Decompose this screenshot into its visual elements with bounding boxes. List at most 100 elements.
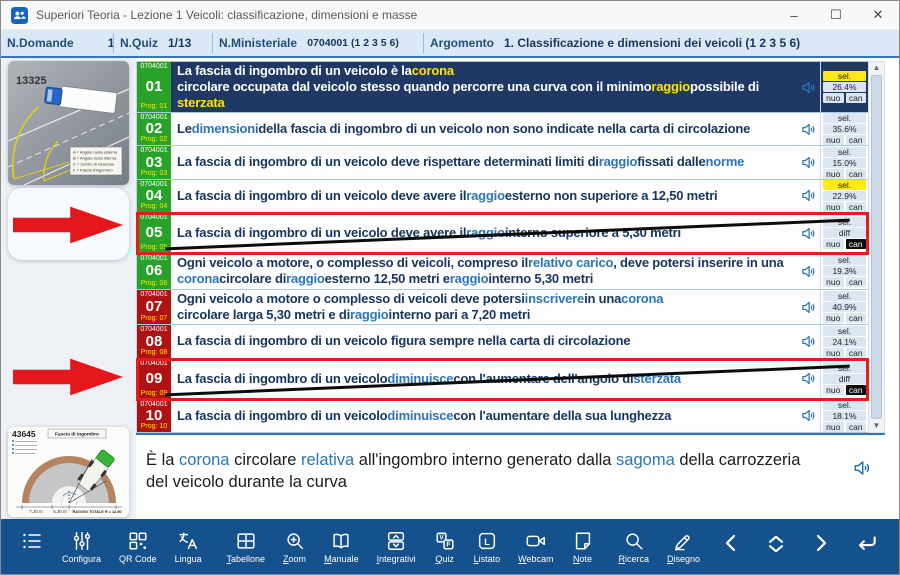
turning-radius-image[interactable]: A = Angolo ruota esterna B = Angolo ruot… — [8, 61, 129, 185]
toolbar-item-note[interactable]: Note — [572, 529, 594, 564]
progress-label: Prog: 01 — [141, 103, 167, 111]
menu-list-icon — [20, 529, 44, 553]
audio-speaker-icon[interactable] — [796, 400, 820, 432]
sel-value: diff — [823, 374, 866, 384]
radius-label-left: 7,20 m — [29, 509, 43, 514]
progress-label: Prog: 05 — [141, 244, 167, 252]
text-segment: La fascia di ingombro di un veicolo deve… — [177, 225, 466, 241]
stats-cell: sel.18.1%nuocan — [820, 400, 868, 432]
audio-speaker-icon[interactable] — [853, 459, 871, 477]
toolbar-item-tabellone[interactable]: Tabellone — [227, 529, 266, 564]
toolbar-item-zoom[interactable]: Zoom — [283, 529, 306, 564]
sel-label: sel. — [823, 147, 866, 157]
text-segment: Le — [177, 121, 192, 137]
title-bar: Superiori Teoria - Lezione 1 Veicoli: cl… — [1, 1, 899, 30]
question-number-badge: 070400110Prog: 10 — [137, 400, 171, 432]
question-row[interactable]: 070400109Prog: 09La fascia di ingombro d… — [137, 359, 868, 400]
can-flag: can — [846, 277, 867, 287]
audio-speaker-icon[interactable] — [796, 254, 820, 289]
question-row[interactable]: 070400103Prog: 03La fascia di ingombro d… — [137, 146, 868, 179]
toolbar-item-webcam[interactable]: Webcam — [518, 529, 553, 564]
text-segment: all'ingombro interno generato dalla — [354, 451, 616, 469]
question-row[interactable]: 070400110Prog: 10La fascia di ingombro d… — [137, 400, 868, 433]
question-row[interactable]: 070400104Prog: 04La fascia di ingombro d… — [137, 180, 868, 213]
image-number: 43645 — [12, 429, 36, 439]
text-segment: in una — [584, 291, 621, 307]
toolbar-item-label: Integrativi — [377, 554, 416, 564]
toolbar-item-quiz[interactable]: VFQuiz — [434, 529, 456, 564]
close-button[interactable]: ✕ — [857, 1, 899, 29]
audio-speaker-icon[interactable] — [796, 113, 820, 145]
question-text: Le dimensioni della fascia di ingombro d… — [171, 113, 796, 145]
text-segment: La fascia di ingombro di un veicolo figu… — [177, 333, 630, 349]
n-ministeriale-label: N.Ministeriale — [219, 36, 297, 50]
return-button[interactable] — [853, 531, 879, 562]
question-row[interactable]: 070400106Prog: 06Ogni veicolo a motore, … — [137, 254, 868, 290]
n-ministeriale-value: 0704001 (1 2 3 5 6) — [307, 38, 399, 49]
question-row[interactable]: 070400107Prog: 07Ogni veicolo a motore o… — [137, 290, 868, 326]
question-row[interactable]: 070400101Prog: 01La fascia di ingombro d… — [137, 62, 868, 113]
ministerial-code: 0704001 — [140, 291, 167, 298]
sel-label: sel. — [823, 113, 866, 123]
question-number: 04 — [146, 188, 163, 203]
toolbar-item-listato[interactable]: LListato — [474, 529, 501, 564]
audio-speaker-icon[interactable] — [796, 213, 820, 253]
chevron-right-button[interactable] — [809, 531, 833, 560]
keyword-highlight: corona — [621, 291, 663, 307]
body: A = Angolo ruota esterna B = Angolo ruot… — [1, 58, 899, 519]
question-row[interactable]: 070400105Prog: 05La fascia di ingombro d… — [137, 213, 868, 254]
fascia-ingombro-image[interactable]: 7,20 m 5,30 m RAGGIO TOTALE R = 12,50 Fa… — [8, 427, 129, 517]
question-row[interactable]: 070400108Prog: 08La fascia di ingombro d… — [137, 325, 868, 358]
keyword-highlight: raggio — [466, 188, 505, 204]
audio-speaker-icon[interactable] — [796, 62, 820, 112]
can-flag: can — [846, 348, 867, 358]
stats-cell: sel.40.9%nuocan — [820, 290, 868, 325]
toolbar-item-configura[interactable]: Configura — [62, 529, 101, 564]
scroll-thumb[interactable] — [871, 75, 882, 419]
question-number-badge: 070400102Prog: 02 — [137, 113, 171, 145]
audio-speaker-icon[interactable] — [796, 325, 820, 357]
true-false-icon: VF — [434, 529, 456, 553]
toolbar-item-qr-code[interactable]: QR Code — [119, 529, 157, 564]
question-text: La fascia di ingombro di un veicolo dimi… — [171, 400, 796, 432]
stats-cell: sel.diffnuocan — [820, 359, 868, 399]
n-quiz-value: 1/13 — [168, 36, 191, 50]
argomento-value: 1. Classificazione e dimensioni dei veic… — [504, 36, 800, 50]
audio-speaker-icon[interactable] — [796, 146, 820, 178]
chevron-updown-button[interactable] — [763, 531, 789, 562]
answer-panel: È la corona circolare relativa all'ingom… — [136, 435, 885, 519]
menu-button[interactable] — [20, 529, 44, 553]
chevron-left-button[interactable] — [719, 531, 743, 560]
table-icon — [235, 529, 257, 553]
toolbar-right-group: Ricerca Disegno — [609, 529, 709, 564]
toolbar-item-integrativi[interactable]: Integrativi — [377, 529, 416, 564]
scrollbar[interactable]: ▲ ▼ — [868, 61, 885, 433]
minimize-button[interactable]: – — [773, 1, 815, 29]
nuo-flag: nuo — [823, 422, 844, 432]
question-row[interactable]: 070400102Prog: 02Le dimensioni della fas… — [137, 113, 868, 146]
radius-label-total: RAGGIO TOTALE R = 12,50 — [73, 510, 122, 514]
scroll-up-icon[interactable]: ▲ — [873, 63, 881, 73]
question-number: 06 — [146, 263, 163, 278]
can-flag: can — [846, 169, 867, 179]
toolbar-item-lingua[interactable]: Lingua — [175, 529, 202, 564]
progress-label: Prog: 07 — [141, 315, 167, 323]
toolbar-item-manuale[interactable]: Manuale — [324, 529, 359, 564]
legend-line: A = Angolo ruota esterna — [73, 150, 118, 155]
audio-speaker-icon[interactable] — [796, 180, 820, 212]
keyword-highlight: sagoma — [616, 451, 675, 469]
sel-label: sel. — [823, 326, 866, 336]
audio-speaker-icon[interactable] — [796, 359, 820, 399]
audio-speaker-icon[interactable] — [796, 290, 820, 325]
toolbar-item-ricerca[interactable]: Ricerca — [618, 529, 649, 564]
text-segment: con l'aumentare dell'angolo di — [453, 371, 633, 387]
stats-cell: sel.diffnuocan — [820, 213, 868, 253]
sel-label: sel. — [823, 71, 866, 81]
scroll-down-icon[interactable]: ▼ — [873, 421, 881, 431]
maximize-button[interactable]: ☐ — [815, 1, 857, 29]
keyword-highlight: raggio — [350, 307, 389, 323]
language-icon — [177, 529, 199, 553]
toolbar-item-label: Configura — [62, 554, 101, 564]
toolbar-item-disegno[interactable]: Disegno — [667, 529, 700, 564]
keyword-highlight: raggio — [599, 154, 638, 170]
